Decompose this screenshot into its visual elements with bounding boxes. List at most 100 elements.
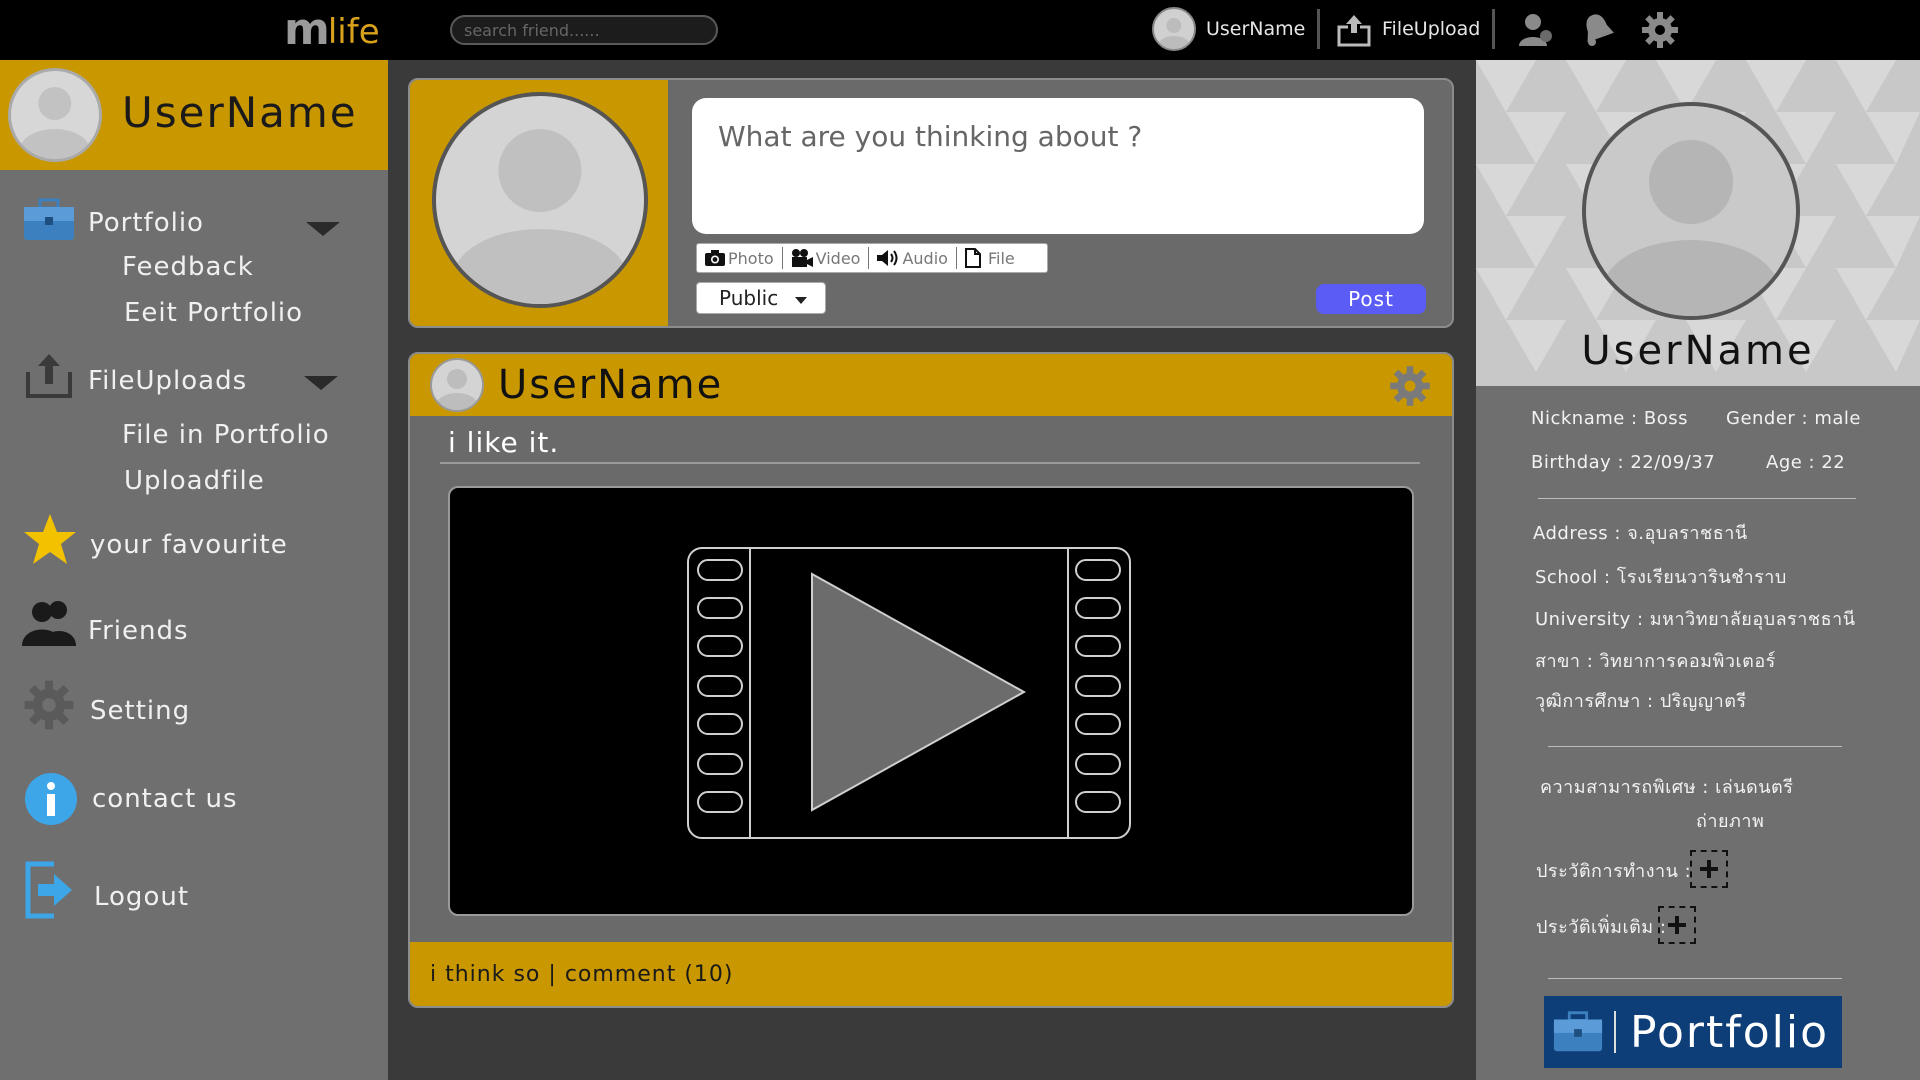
avatar (432, 92, 648, 308)
top-bar: m life UserName FileUpload (0, 0, 1920, 60)
video-camera-icon (791, 249, 813, 267)
birthday: Birthday : 22/09/37 (1531, 452, 1716, 473)
major: สาขา : วิทยาการคอมพิวเตอร์ (1535, 651, 1776, 672)
avatar (8, 68, 102, 162)
more-history-label: ประวัติเพิ่มเติม : (1536, 917, 1667, 938)
degree: วุฒิการศึกษา : ปริญญาตรี (1535, 691, 1747, 712)
feed-post: UserName i like it. i think so | comment… (408, 352, 1454, 1008)
attach-photo-label: Photo (728, 248, 774, 268)
actions-separator: | (548, 962, 557, 987)
school: School : โรงเรียนวารินชำราบ (1535, 567, 1787, 588)
left-sidebar: UserName Portfolio Feedback Eeit Portfol… (0, 60, 388, 1080)
gear-icon (24, 680, 74, 730)
attach-video-button[interactable]: Video (783, 247, 870, 269)
portfolio-button-label: Portfolio (1630, 1006, 1830, 1058)
divider (1538, 498, 1856, 499)
chevron-down-icon[interactable] (304, 376, 338, 390)
work-history-label: ประวัติการทำงาน : (1536, 861, 1692, 882)
special-skills-more: ถ่ายภาพ (1696, 811, 1765, 832)
chevron-down-icon (795, 297, 807, 304)
friends-icon (22, 601, 76, 646)
logo-text: life (327, 12, 380, 52)
search-input[interactable] (450, 15, 718, 45)
video-placeholder-icon (687, 547, 1131, 839)
attach-file-button[interactable]: File (957, 247, 1023, 269)
avatar (1152, 7, 1196, 51)
sidebar-item-favourite[interactable]: your favourite (90, 530, 288, 560)
attach-file-label: File (987, 248, 1015, 268)
sidebar-item-friends[interactable]: Friends (88, 616, 189, 646)
status-input[interactable] (692, 98, 1424, 234)
comment-link[interactable]: comment (10) (565, 962, 734, 987)
upload-icon (1337, 15, 1371, 47)
portfolio-button[interactable]: Portfolio (1544, 996, 1842, 1068)
top-upload-link[interactable]: FileUpload (1336, 6, 1507, 52)
speaker-icon (877, 250, 898, 266)
post-composer: Photo Video Audio File Public Post (408, 78, 1454, 328)
attachment-bar: Photo Video Audio File (696, 243, 1048, 273)
divider (1548, 746, 1842, 747)
attach-photo-button[interactable]: Photo (697, 247, 783, 269)
post-button[interactable]: Post (1316, 284, 1426, 314)
like-link[interactable]: i think so (430, 962, 540, 987)
university: University : มหาวิทยาลัยอุบลราชธานี (1535, 609, 1856, 630)
attach-audio-label: Audio (902, 248, 948, 268)
top-user-link[interactable]: UserName (1152, 6, 1332, 52)
notifications-icon[interactable] (1578, 10, 1618, 50)
privacy-value: Public (719, 286, 779, 310)
app-logo[interactable]: m life (284, 6, 380, 54)
sidebar-item-logout[interactable]: Logout (94, 882, 189, 912)
star-icon (24, 514, 76, 564)
sidebar-item-edit-portfolio[interactable]: Eeit Portfolio (124, 298, 303, 328)
composer-avatar-panel (410, 80, 668, 326)
briefcase-icon (1553, 1011, 1603, 1052)
profile-header: UserName (1476, 60, 1920, 386)
special-skills: ความสามารถพิเศษ : เล่นดนตรี (1540, 777, 1794, 798)
address: Address : จ.อุบลราชธานี (1533, 523, 1748, 544)
sidebar-profile-header[interactable]: UserName (0, 60, 388, 170)
briefcase-icon (24, 198, 74, 240)
info-icon (25, 773, 77, 825)
post-text: i like it. (448, 426, 560, 459)
avatar[interactable] (430, 358, 484, 412)
camera-icon (705, 250, 725, 266)
age: Age : 22 (1766, 452, 1846, 473)
post-actions: i think so | comment (10) (430, 962, 734, 987)
attach-audio-button[interactable]: Audio (869, 247, 957, 269)
sidebar-item-fileuploads[interactable]: FileUploads (88, 366, 247, 396)
video-player[interactable] (448, 486, 1414, 916)
post-footer: i think so | comment (10) (410, 942, 1452, 1006)
post-author[interactable]: UserName (498, 362, 723, 408)
add-work-history-button[interactable] (1690, 850, 1728, 888)
sidebar-item-file-in-portfolio[interactable]: File in Portfolio (122, 420, 330, 450)
sidebar-item-setting[interactable]: Setting (90, 696, 190, 726)
avatar (1582, 102, 1800, 320)
attach-video-label: Video (815, 248, 861, 268)
divider (1614, 1011, 1616, 1053)
gear-icon[interactable] (1640, 10, 1680, 50)
top-username: UserName (1206, 18, 1306, 40)
privacy-select[interactable]: Public (696, 282, 826, 314)
profile-panel: UserName Nickname : Boss Gender : male B… (1476, 60, 1920, 1080)
logout-icon (25, 861, 72, 919)
nickname: Nickname : Boss (1531, 408, 1688, 429)
gender: Gender : male (1726, 408, 1861, 429)
chevron-down-icon[interactable] (306, 222, 340, 236)
sidebar-item-portfolio[interactable]: Portfolio (88, 208, 204, 238)
sidebar-item-feedback[interactable]: Feedback (122, 252, 254, 282)
sidebar-username: UserName (122, 88, 358, 137)
post-header: UserName (410, 354, 1452, 416)
add-more-history-button[interactable] (1658, 906, 1696, 944)
logo-m: m (284, 4, 330, 55)
profile-username: UserName (1581, 328, 1815, 374)
divider (440, 462, 1420, 464)
sidebar-item-uploadfile[interactable]: Uploadfile (124, 466, 265, 496)
gear-icon[interactable] (1388, 364, 1432, 408)
divider (1548, 978, 1842, 979)
top-upload-label: FileUpload (1382, 18, 1481, 40)
file-icon (964, 248, 981, 268)
friend-requests-icon[interactable] (1516, 10, 1556, 50)
upload-icon (26, 354, 72, 398)
divider (1317, 9, 1321, 49)
sidebar-item-contact-us[interactable]: contact us (92, 784, 238, 814)
